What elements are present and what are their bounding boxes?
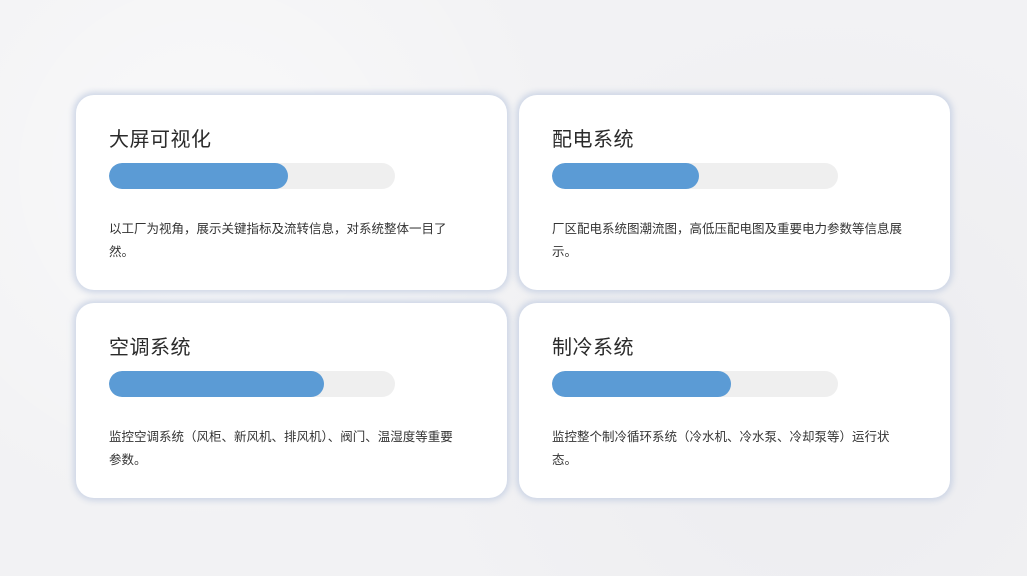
progress-track bbox=[109, 163, 395, 189]
progress-fill bbox=[109, 163, 288, 189]
feature-card-grid: 大屏可视化 以工厂为视角，展示关键指标及流转信息，对系统整体一目了然。 配电系统… bbox=[76, 95, 951, 498]
card-description: 厂区配电系统图潮流图，高低压配电图及重要电力参数等信息展示。 bbox=[552, 221, 903, 259]
card-refrigeration: 制冷系统 监控整个制冷循环系统（冷水机、冷水泵、冷却泵等）运行状态。 bbox=[519, 303, 950, 498]
card-description: 监控空调系统（风柜、新风机、排风机）、阀门、温湿度等重要参数。 bbox=[109, 429, 453, 467]
card-power-distribution: 配电系统 厂区配电系统图潮流图，高低压配电图及重要电力参数等信息展示。 bbox=[519, 95, 950, 290]
progress-track bbox=[552, 163, 838, 189]
card-description: 监控整个制冷循环系统（冷水机、冷水泵、冷却泵等）运行状态。 bbox=[552, 429, 890, 467]
card-title: 大屏可视化 bbox=[109, 127, 212, 151]
card-title: 制冷系统 bbox=[552, 335, 634, 359]
card-visualization: 大屏可视化 以工厂为视角，展示关键指标及流转信息，对系统整体一目了然。 bbox=[76, 95, 507, 290]
card-title: 配电系统 bbox=[552, 127, 634, 151]
progress-fill bbox=[552, 163, 700, 189]
progress-track bbox=[552, 371, 838, 397]
progress-fill bbox=[552, 371, 731, 397]
card-title: 空调系统 bbox=[109, 335, 191, 359]
progress-fill bbox=[109, 371, 324, 397]
card-air-conditioning: 空调系统 监控空调系统（风柜、新风机、排风机）、阀门、温湿度等重要参数。 bbox=[76, 303, 507, 498]
progress-track bbox=[109, 371, 395, 397]
card-description: 以工厂为视角，展示关键指标及流转信息，对系统整体一目了然。 bbox=[109, 221, 447, 259]
